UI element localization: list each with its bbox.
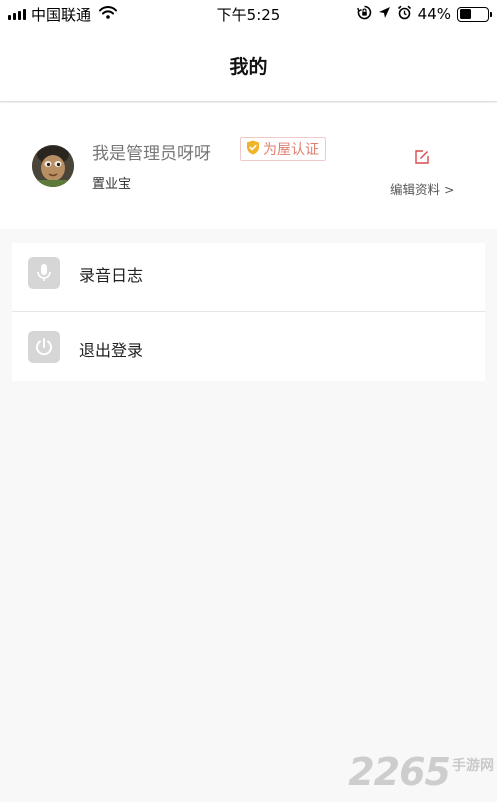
watermark: 2265 手游网 xyxy=(348,750,494,794)
avatar[interactable] xyxy=(32,145,74,187)
microphone-icon xyxy=(28,257,60,289)
battery-percent: 44% xyxy=(417,5,451,23)
username: 我是管理员呀呀 xyxy=(92,144,211,164)
status-right: 44% xyxy=(356,4,492,24)
verified-badge-label: 为屋认证 xyxy=(263,142,319,158)
menu-item-recording-log[interactable]: 录音日志 xyxy=(12,243,485,311)
profile-card: 我是管理员呀呀 为屋认证 置业宝 编辑资料 > xyxy=(0,103,497,229)
location-icon xyxy=(378,5,391,23)
menu-item-logout[interactable]: 退出登录 xyxy=(12,311,485,381)
status-bar: 中国联通 下午5:25 44% xyxy=(0,0,497,28)
watermark-text: 手游网 xyxy=(452,758,494,774)
verified-badge: 为屋认证 xyxy=(240,137,326,161)
battery-fill xyxy=(459,9,472,19)
alarm-icon xyxy=(397,5,412,24)
menu-item-label: 退出登录 xyxy=(79,341,144,360)
top-area: 中国联通 下午5:25 44% 我的 xyxy=(0,0,497,102)
watermark-number: 2265 xyxy=(348,750,451,794)
orientation-lock-icon xyxy=(356,5,372,24)
battery-icon xyxy=(457,6,492,22)
user-role: 置业宝 xyxy=(92,177,132,192)
shield-check-icon xyxy=(246,140,260,159)
edit-profile-link[interactable]: 编辑资料 > xyxy=(390,179,454,198)
page-title: 我的 xyxy=(229,56,268,78)
edit-icon[interactable] xyxy=(414,149,430,165)
power-icon xyxy=(28,331,60,363)
menu-item-label: 录音日志 xyxy=(79,266,144,285)
menu-list: 录音日志 退出登录 xyxy=(12,243,485,381)
